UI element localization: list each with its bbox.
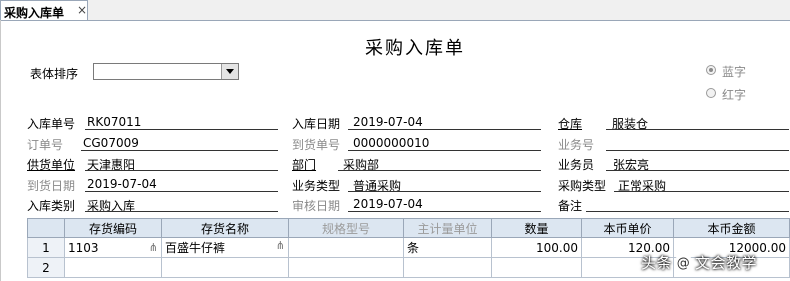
arrival-no-label: 到货单号 <box>292 138 341 152</box>
cell-name[interactable] <box>161 257 289 278</box>
table-header-unit[interactable]: 主计量单位 <box>403 218 492 238</box>
paperclip-icon[interactable]: ⋔ <box>276 239 285 252</box>
table-header-amount[interactable]: 本币金额 <box>673 218 790 238</box>
close-icon[interactable]: × <box>77 3 87 17</box>
underline <box>606 170 789 171</box>
watermark-prefix: 头条 <box>641 254 673 272</box>
chevron-down-icon[interactable] <box>221 64 238 79</box>
table-header-name[interactable]: 存货名称 <box>161 218 289 238</box>
sort-select[interactable] <box>93 63 239 80</box>
tab-purchase-receipt[interactable]: 采购入库单 × <box>0 0 88 20</box>
table-header-price[interactable]: 本币单价 <box>581 218 674 238</box>
cell-name[interactable]: 百盛牛仔裤 ⋔ <box>161 237 289 258</box>
sort-label: 表体排序 <box>30 67 79 81</box>
receipt-date-label: 入库日期 <box>292 117 341 131</box>
cell-unit[interactable]: 条 <box>403 237 492 258</box>
table-header-row: 存货编码 存货名称 规格型号 主计量单位 数量 本币单价 本币金额 <box>27 218 790 238</box>
underline <box>85 211 278 212</box>
underline <box>338 170 541 171</box>
radio-red[interactable] <box>706 88 716 98</box>
purchase-type-label: 采购类型 <box>558 179 607 193</box>
business-type-label: 业务类型 <box>292 179 341 193</box>
row-number: 2 <box>27 257 65 278</box>
business-no-label: 业务号 <box>558 138 595 152</box>
receipt-date-field[interactable]: 2019-07-04 <box>353 115 423 129</box>
page-title: 采购入库单 <box>365 38 465 59</box>
underline <box>348 211 541 212</box>
radio-red-label: 红字 <box>722 88 747 102</box>
order-no-field[interactable]: CG07009 <box>83 136 139 150</box>
cell-spec[interactable] <box>288 257 404 278</box>
table-header-rownum <box>27 218 65 238</box>
order-no-label: 订单号 <box>27 138 64 152</box>
cell-code-text: 1103 <box>68 240 99 255</box>
salesman-label: 业务员 <box>558 158 595 172</box>
watermark-name: 文会教学 <box>695 254 758 272</box>
tab-label: 采购入库单 <box>4 6 65 20</box>
underline <box>81 150 278 151</box>
table-header-spec[interactable]: 规格型号 <box>288 218 404 238</box>
underline <box>348 191 541 192</box>
underline <box>348 129 541 130</box>
table-header-code[interactable]: 存货编码 <box>64 218 162 238</box>
cell-qty[interactable] <box>491 257 582 278</box>
audit-date-field[interactable]: 2019-07-04 <box>353 197 423 211</box>
row-number: 1 <box>27 237 65 258</box>
cell-spec[interactable] <box>288 237 404 258</box>
underline <box>586 211 789 212</box>
warehouse-label[interactable]: 仓库 <box>558 115 582 132</box>
radio-blue[interactable] <box>706 65 716 75</box>
cell-name-text: 百盛牛仔裤 <box>165 241 226 255</box>
remark-label: 备注 <box>558 199 583 213</box>
tab-bar: 采购入库单 × <box>0 0 790 21</box>
cell-unit[interactable] <box>403 257 492 278</box>
underline <box>348 150 541 151</box>
watermark: 头条 @ 文会教学 <box>641 252 757 273</box>
receipt-type-label: 入库类别 <box>27 199 76 213</box>
audit-date-label: 审核日期 <box>292 199 341 213</box>
table-header-qty[interactable]: 数量 <box>491 218 582 238</box>
underline <box>85 129 278 130</box>
cell-code[interactable] <box>64 257 162 278</box>
watermark-at: @ <box>674 254 694 273</box>
arrival-date-field[interactable]: 2019-07-04 <box>87 177 157 191</box>
underline <box>614 191 789 192</box>
underline <box>85 191 278 192</box>
arrival-no-field[interactable]: 0000000010 <box>353 136 429 150</box>
receipt-no-field[interactable]: RK07011 <box>87 115 141 129</box>
radio-blue-label: 蓝字 <box>722 65 747 79</box>
paperclip-icon[interactable]: ⋔ <box>149 241 158 254</box>
cell-qty[interactable]: 100.00 <box>491 237 582 258</box>
supplier-label[interactable]: 供货单位 <box>27 156 75 173</box>
arrival-date-label: 到货日期 <box>27 179 76 193</box>
cell-code[interactable]: 1103 ⋔ <box>64 237 162 258</box>
underline <box>85 170 278 171</box>
underline <box>606 150 789 151</box>
receipt-no-label: 入库单号 <box>27 117 76 131</box>
underline <box>606 129 789 130</box>
department-label[interactable]: 部门 <box>292 156 316 173</box>
